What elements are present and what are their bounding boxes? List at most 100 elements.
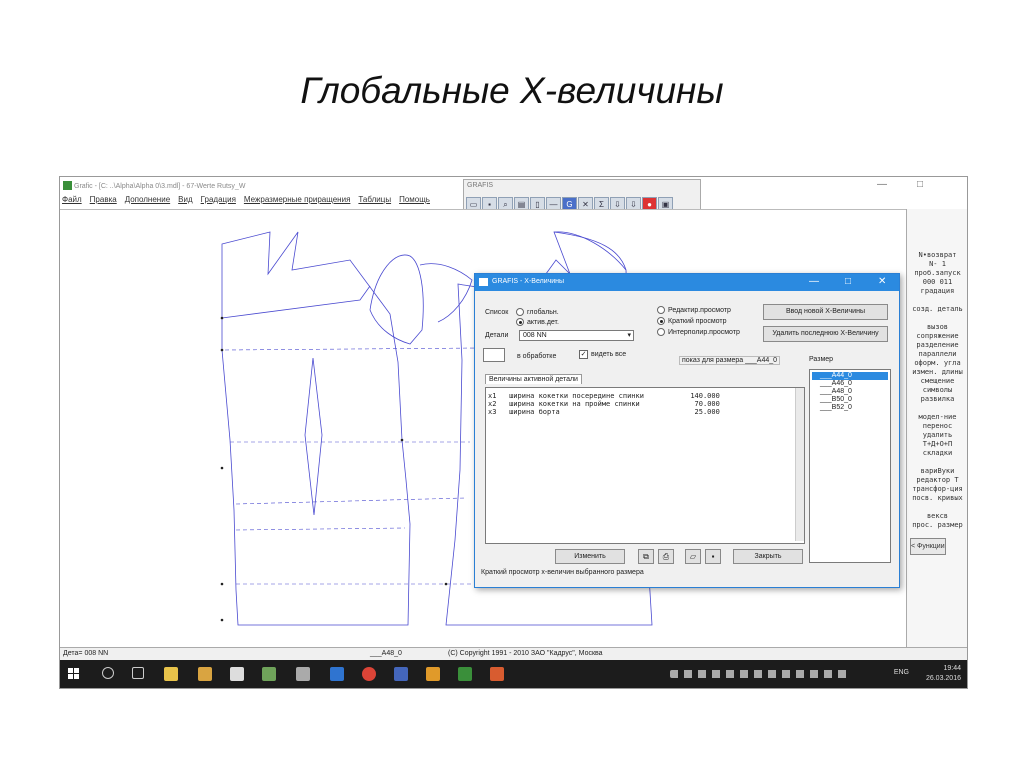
function-panel-item[interactable]: оформ. угла <box>907 359 967 368</box>
menu-item-tables[interactable]: Таблицы <box>358 195 391 204</box>
photos-icon[interactable] <box>296 667 310 681</box>
detail-select[interactable]: 008 NN ▾ <box>519 330 634 341</box>
edge-icon[interactable] <box>330 667 344 681</box>
function-panel-item[interactable]: удалить <box>907 431 967 440</box>
function-panel-item[interactable]: N•возврат <box>907 251 967 260</box>
table-scrollbar[interactable] <box>795 388 804 541</box>
radio-short-view-label: Краткий просмотр <box>668 318 727 325</box>
maximize-button[interactable]: □ <box>917 179 923 190</box>
tab-active-detail-values[interactable]: Величины активной детали <box>485 374 582 384</box>
media-icon[interactable] <box>198 667 212 681</box>
print-icon[interactable]: ⎙ <box>658 549 674 564</box>
function-panel-item[interactable]: посв. кривых <box>907 494 967 503</box>
save-icon[interactable]: ▪ <box>705 549 721 564</box>
function-panel-item[interactable]: трансфор-ция <box>907 485 967 494</box>
function-panel-item[interactable]: вариВуки <box>907 467 967 476</box>
dialog-maximize-button[interactable]: □ <box>845 276 851 287</box>
radio-edit-view-label: Редактир.просмотр <box>668 307 731 314</box>
grafis-taskbar-icon[interactable] <box>458 667 472 681</box>
taskbar: ENG 19:44 26.03.2016 <box>60 660 967 688</box>
task-view-icon[interactable] <box>132 667 144 679</box>
change-button[interactable]: Изменить <box>555 549 625 564</box>
close-button[interactable]: Закрыть <box>733 549 803 564</box>
menu-item-grading[interactable]: Градация <box>201 195 236 204</box>
search-icon[interactable] <box>102 667 114 679</box>
language-indicator[interactable]: ENG <box>894 669 909 676</box>
app-icon[interactable] <box>262 667 276 681</box>
chrome-icon[interactable] <box>362 667 376 681</box>
size-item[interactable]: ___A48_0 <box>812 388 888 396</box>
radio-global[interactable] <box>516 308 524 316</box>
menu-item-view[interactable]: Вид <box>178 195 192 204</box>
folder-icon[interactable]: ▱ <box>685 549 701 564</box>
tray-icons[interactable] <box>670 670 850 678</box>
function-panel-item <box>907 458 967 467</box>
radio-short-view[interactable] <box>657 317 665 325</box>
grafis-toolbar-caption: GRAFIS <box>467 182 494 189</box>
status-copyright: (C) Copyright 1991 - 2010 ЗАО "Кадрус", … <box>448 650 603 657</box>
size-item[interactable]: ___B50_0 <box>812 396 888 404</box>
function-panel-item[interactable]: T+Д+O+П <box>907 440 967 449</box>
powerpoint-icon[interactable] <box>490 667 504 681</box>
function-panel-item[interactable]: развилка <box>907 395 967 404</box>
minimize-button[interactable]: — <box>877 179 887 190</box>
size-item[interactable]: ___B52_0 <box>812 404 888 412</box>
function-panel-item[interactable]: складки <box>907 449 967 458</box>
size-item[interactable]: ___A46_0 <box>812 380 888 388</box>
function-panel-item[interactable]: градация <box>907 287 967 296</box>
function-panel-item[interactable]: вексв <box>907 512 967 521</box>
function-panel-item[interactable]: редактор Т <box>907 476 967 485</box>
menu-item-edit[interactable]: Правка <box>90 195 117 204</box>
function-panel-item[interactable]: перенос <box>907 422 967 431</box>
store-icon[interactable] <box>230 667 244 681</box>
show-for-size-field: показ для размера ___A44_0 <box>679 356 781 365</box>
dialog-minimize-button[interactable]: — <box>809 276 819 287</box>
radio-interp-view[interactable] <box>657 328 665 336</box>
menu-item-addons[interactable]: Дополнение <box>125 195 170 204</box>
delete-last-x-value-button[interactable]: Удалить последнюю X-Величину <box>763 326 888 342</box>
x-values-table[interactable]: x1 ширина кокетки посередине спинки 140.… <box>485 387 805 544</box>
radio-edit-view[interactable] <box>657 306 665 314</box>
function-panel-item[interactable]: измен. длины <box>907 368 967 377</box>
tool-icon[interactable] <box>426 667 440 681</box>
function-panel-item[interactable]: разделение <box>907 341 967 350</box>
function-panel-item[interactable]: параллели <box>907 350 967 359</box>
pattern-point <box>220 582 224 586</box>
function-panel-item[interactable]: проб.запуск <box>907 269 967 278</box>
new-x-value-button[interactable]: Ввод новой X-Величины <box>763 304 888 320</box>
table-row[interactable]: x1 ширина кокетки посередине спинки 140.… <box>488 392 720 400</box>
function-panel-item[interactable]: сопряжение <box>907 332 967 341</box>
function-panel-item <box>907 404 967 413</box>
pattern-point <box>220 316 224 320</box>
menu-item-file[interactable]: Файл <box>62 195 82 204</box>
function-panel-item[interactable]: 000 011 <box>907 278 967 287</box>
clock[interactable]: 19:44 26.03.2016 <box>926 664 961 684</box>
menu: Файл Правка Дополнение Вид Градация Межр… <box>62 195 430 204</box>
pattern-front-dart <box>304 357 323 516</box>
menu-item-help[interactable]: Помощь <box>399 195 430 204</box>
function-panel-item[interactable]: прос. размер <box>907 521 967 530</box>
size-item[interactable]: ___A44_0 <box>812 372 888 380</box>
dialog-close-button[interactable]: ✕ <box>878 276 886 287</box>
start-icon[interactable] <box>68 668 80 680</box>
table-row[interactable]: x3 ширина борта 25.000 <box>488 408 720 416</box>
dialog-titlebar[interactable]: GRAFIS - X-Величины — □ ✕ <box>475 274 899 291</box>
radio-active-detail[interactable] <box>516 318 524 326</box>
table-row[interactable]: x2 ширина кокетки на пройме спинки 70.00… <box>488 400 720 408</box>
explorer-icon[interactable] <box>164 667 178 681</box>
functions-button[interactable]: < Функции <box>910 538 946 555</box>
copy-icon[interactable]: ⧉ <box>638 549 654 564</box>
function-panel-item[interactable]: N- 1 <box>907 260 967 269</box>
function-panel-item[interactable]: созд. деталь <box>907 305 967 314</box>
processing-field[interactable] <box>483 348 505 362</box>
function-panel-item[interactable]: символы <box>907 386 967 395</box>
size-list[interactable]: ___A44_0 ___A46_0 ___A48_0 ___B50_0 ___B… <box>809 369 891 563</box>
function-panel-item[interactable]: модел-ние <box>907 413 967 422</box>
show-all-checkbox[interactable]: ✓ <box>579 350 588 359</box>
menu-item-increments[interactable]: Межразмерные приращения <box>244 195 351 204</box>
pattern-line <box>235 527 406 531</box>
function-panel-item[interactable]: смещение <box>907 377 967 386</box>
chevron-down-icon: ▾ <box>627 332 631 339</box>
function-panel-item[interactable]: вызов <box>907 323 967 332</box>
word-icon[interactable] <box>394 667 408 681</box>
